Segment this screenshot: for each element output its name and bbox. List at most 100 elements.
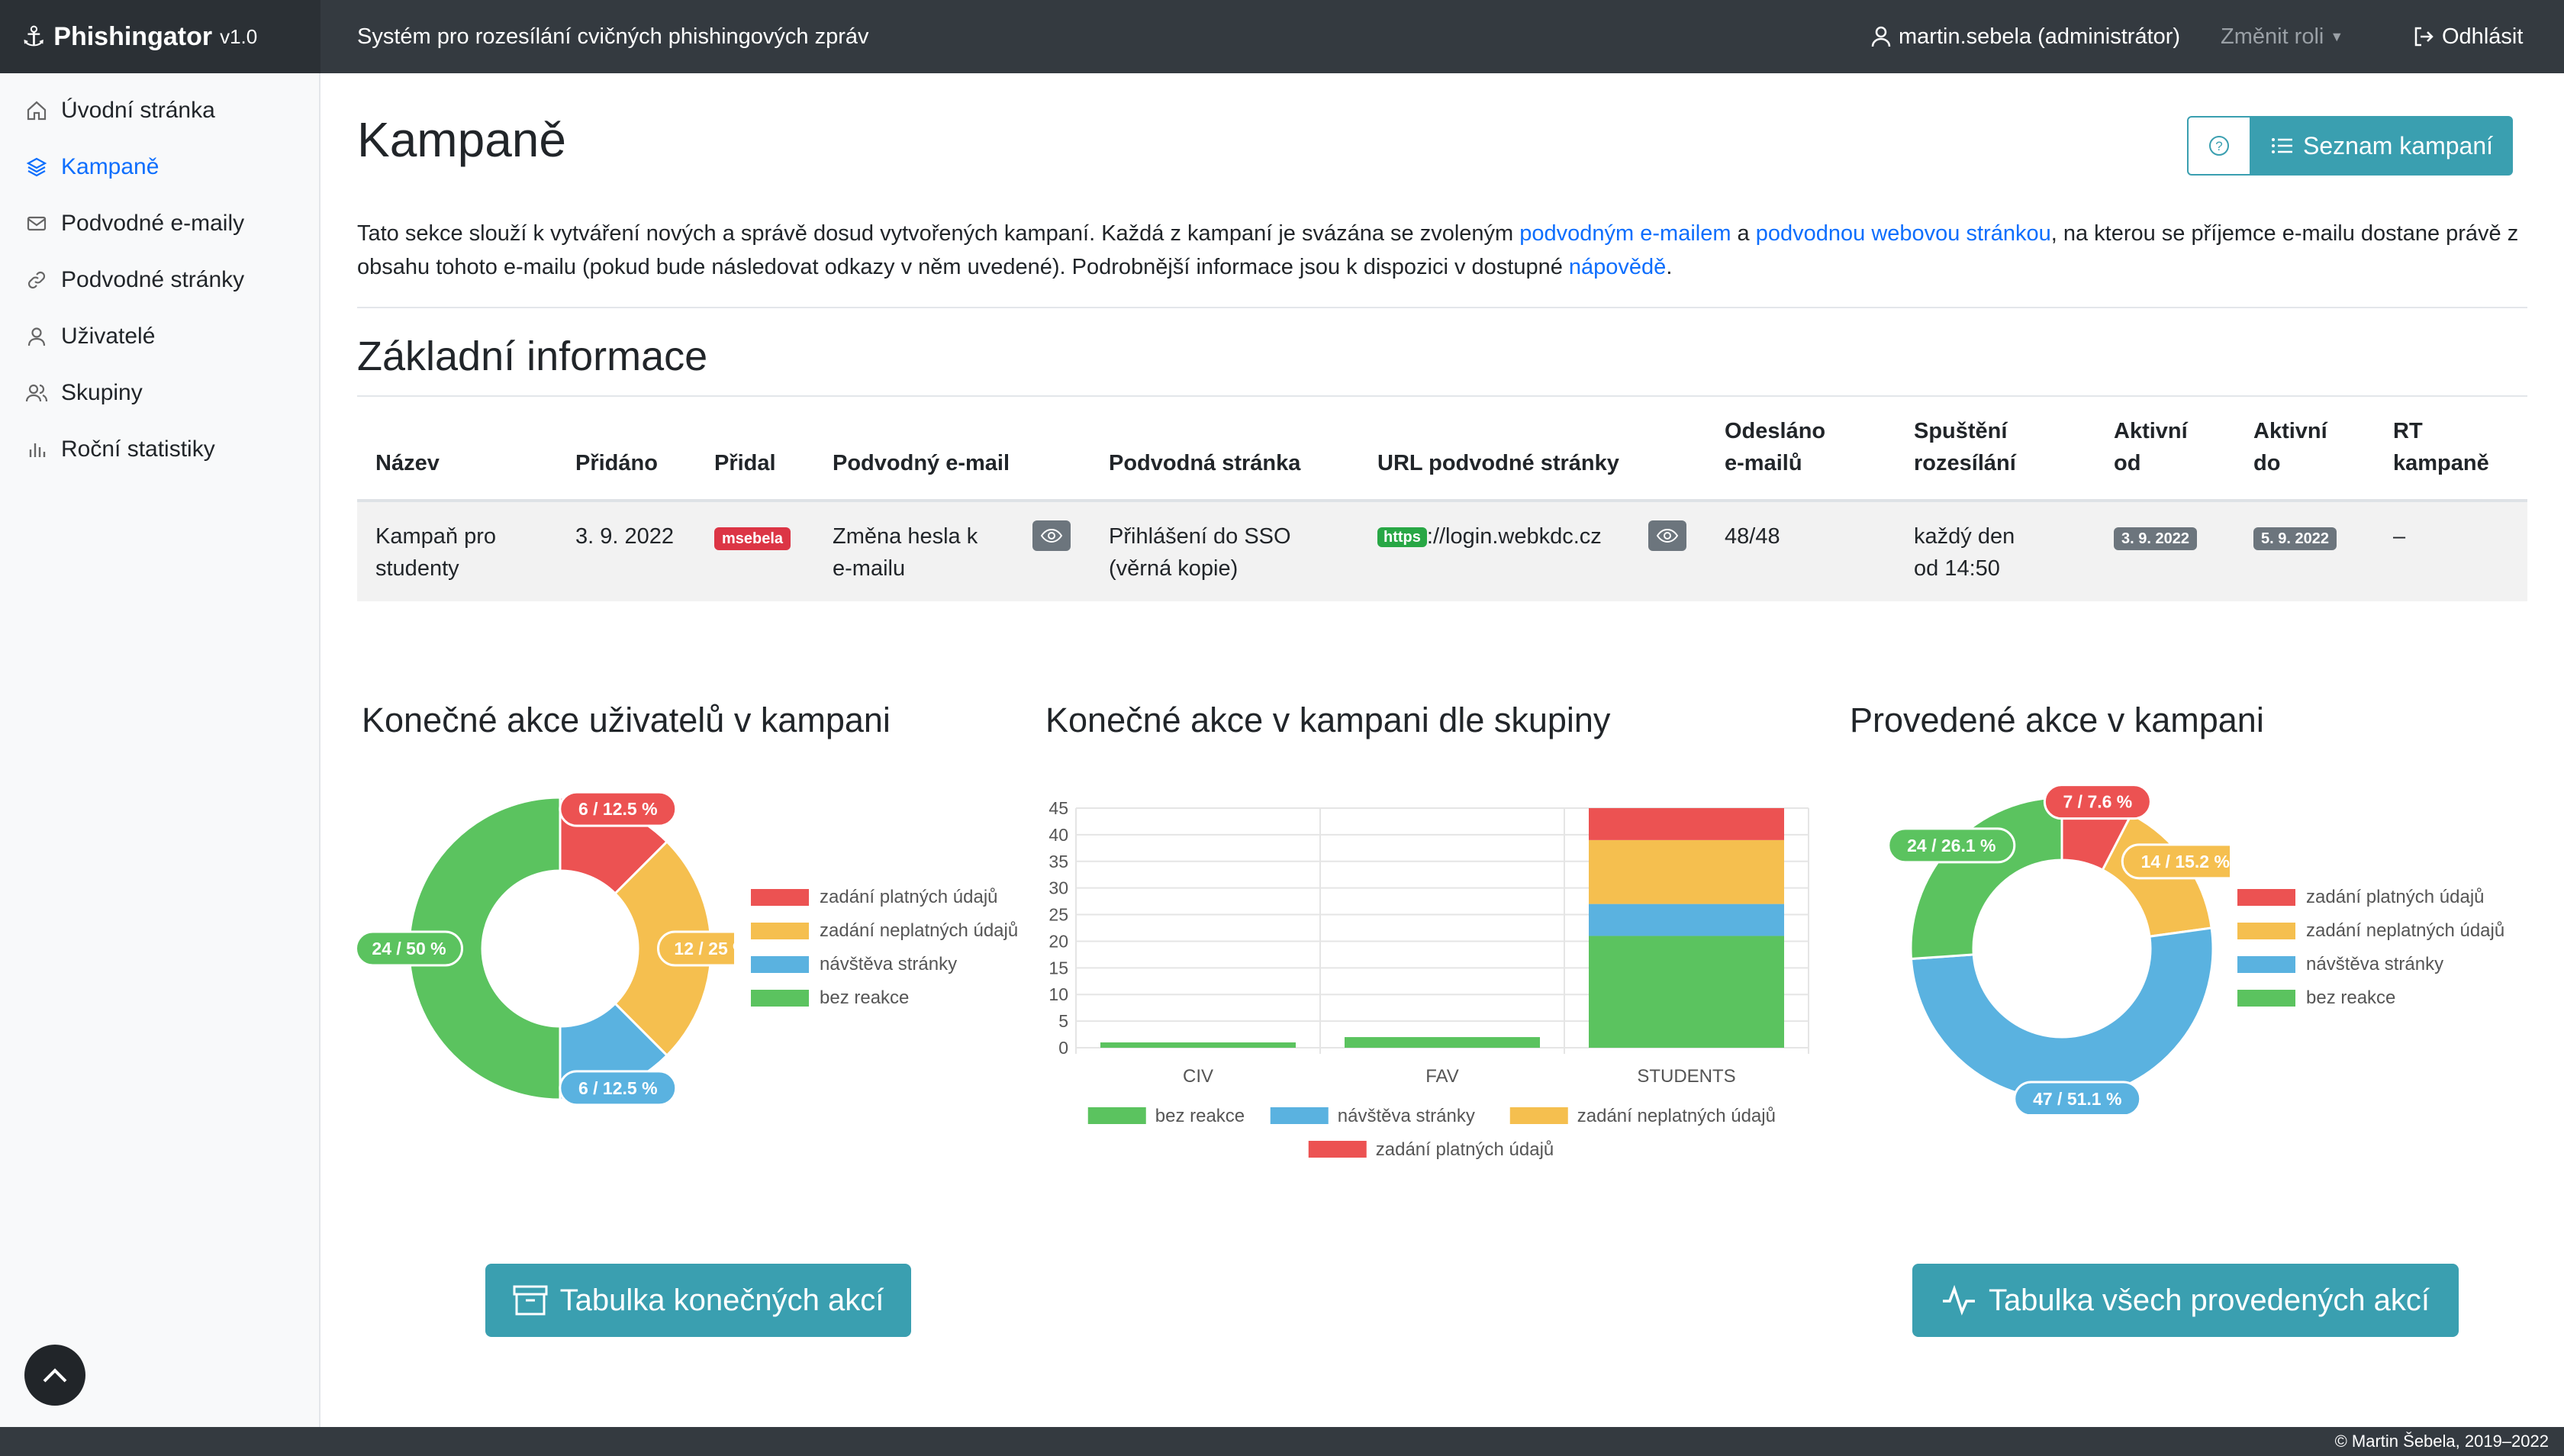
- legend-item[interactable]: zadání neplatných údajů: [751, 914, 1018, 948]
- legend-item[interactable]: návštěva stránky: [2237, 948, 2504, 981]
- archive-icon: [513, 1285, 548, 1316]
- sidebar-item-campaigns[interactable]: Kampaně: [0, 139, 319, 195]
- slice-label: 47 / 51.1 %: [2013, 1081, 2142, 1114]
- chart-title-all-actions: Provedené akce v kampani: [1850, 701, 2264, 739]
- col-active-to: Aktivní do: [2235, 397, 2375, 502]
- phishing-email-link[interactable]: podvodným e-mailem: [1519, 221, 1731, 246]
- sidebar-item-home[interactable]: Úvodní stránka: [0, 82, 319, 139]
- final-actions-table-button[interactable]: Tabulka konečných akcí: [485, 1264, 911, 1337]
- table-row[interactable]: Kampaň pro studenty 3. 9. 2022 msebela Zm…: [357, 501, 2527, 601]
- legend-item[interactable]: bez reakce: [751, 981, 1018, 1015]
- x-tick-label: STUDENTS: [1637, 1066, 1735, 1087]
- legend-label: zadání neplatných údajů: [2306, 920, 2505, 941]
- preview-site-button[interactable]: [1648, 520, 1686, 551]
- all-actions-table-button[interactable]: Tabulka všech provedených akcí: [1912, 1264, 2459, 1337]
- header-line: do: [2253, 451, 2281, 475]
- brand[interactable]: ⚓ Phishingator v1.0: [0, 0, 320, 73]
- slice-label: 24 / 26.1 %: [1887, 827, 2016, 864]
- header-line: od: [2114, 451, 2141, 475]
- bar-segment[interactable]: [1589, 839, 1784, 904]
- sidebar-item-label: Podvodné e-maily: [61, 211, 245, 236]
- y-tick-label: 20: [1048, 931, 1068, 951]
- mail-icon: [24, 211, 49, 236]
- header-line: Odesláno: [1725, 419, 1826, 443]
- bar-segment[interactable]: [1589, 904, 1784, 936]
- bar-segment[interactable]: [1100, 1042, 1296, 1048]
- intro-text-part: .: [1666, 255, 1673, 279]
- legend-label: zadání neplatných údajů: [820, 920, 1019, 941]
- activity-icon: [1942, 1284, 1975, 1316]
- cell-text: e-mailu: [833, 556, 906, 581]
- legend-item[interactable]: bez reakce: [2237, 981, 2504, 1015]
- legend-item[interactable]: bez reakce: [1087, 1106, 1245, 1126]
- legend-label: zadání platných údajů: [820, 887, 998, 907]
- sidebar-item-groups[interactable]: Skupiny: [0, 365, 319, 421]
- legend-item[interactable]: zadání platných údajů: [751, 881, 1018, 914]
- legend-item[interactable]: návštěva stránky: [1270, 1106, 1475, 1126]
- header-button-group: ? Seznam kampaní: [2187, 116, 2514, 176]
- legend-label: bez reakce: [1155, 1106, 1245, 1126]
- bar-segment[interactable]: [1345, 1037, 1540, 1048]
- sidebar-item-users[interactable]: Uživatelé: [0, 308, 319, 365]
- intro-text: Tato sekce slouží k vytváření nových a s…: [357, 217, 2527, 284]
- caret-down-icon: ▼: [2330, 29, 2344, 44]
- bar-segment[interactable]: [1589, 936, 1784, 1048]
- change-role-dropdown[interactable]: Změnit roli ▼: [2221, 0, 2343, 73]
- section-title: Základní informace: [357, 333, 708, 379]
- legend-label: návštěva stránky: [820, 954, 958, 974]
- cell-url: https://login.webkdc.cz: [1359, 501, 1706, 601]
- layers-icon: [24, 155, 49, 179]
- y-tick-label: 45: [1048, 798, 1068, 818]
- sidebar-item-emails[interactable]: Podvodné e-maily: [0, 195, 319, 252]
- campaign-table: Název Přidáno Přidal Podvodný e-mail Pod…: [357, 397, 2527, 601]
- y-tick-label: 40: [1048, 825, 1068, 845]
- help-link[interactable]: nápovědě: [1569, 255, 1666, 279]
- x-tick-label: FAV: [1425, 1066, 1459, 1087]
- slice-label-text: 24 / 50 %: [372, 939, 446, 958]
- https-badge: https: [1377, 527, 1427, 547]
- slice-label: 6 / 12.5 %: [559, 1070, 678, 1106]
- chart-title-final-actions: Konečné akce uživatelů v kampani: [362, 701, 891, 739]
- intro-text-part: Tato sekce slouží k vytváření nových a s…: [357, 221, 1520, 246]
- donut-chart-all-actions: 7 / 7.6 % 14 / 15.2 % 47 / 51.1 % 24 / 26.1…: [1887, 784, 2230, 1114]
- legend-item[interactable]: zadání platných údajů: [1308, 1139, 1554, 1160]
- legend-swatch: [751, 889, 809, 906]
- svg-text:?: ?: [2215, 139, 2222, 153]
- sidebar-item-pages[interactable]: Podvodné stránky: [0, 252, 319, 308]
- chart-title-by-group: Konečné akce v kampani dle skupiny: [1045, 701, 1611, 739]
- slice-label: 14 / 15.2 %: [2121, 843, 2230, 880]
- logout-link[interactable]: Odhlásit: [2413, 0, 2523, 73]
- cell-active-from: 3. 9. 2022: [2095, 501, 2235, 601]
- change-role-label: Změnit roli: [2221, 24, 2324, 49]
- anchor-icon: ⚓: [21, 21, 47, 52]
- preview-email-button[interactable]: [1032, 520, 1071, 551]
- col-sent: Odesláno e-mailů: [1706, 397, 1896, 502]
- legend-item[interactable]: zadání neplatných údajů: [2237, 914, 2504, 948]
- campaign-list-button[interactable]: Seznam kampaní: [2251, 116, 2514, 176]
- donut-slice[interactable]: [1909, 796, 2063, 961]
- link-icon: [24, 268, 49, 292]
- legend-swatch: [751, 990, 809, 1007]
- phishing-website-link[interactable]: podvodnou webovou stránkou: [1756, 221, 2051, 246]
- legend-item[interactable]: zadání neplatných údajů: [1509, 1106, 1776, 1126]
- question-circle-icon: ?: [2209, 136, 2229, 156]
- all-actions-table-label: Tabulka všech provedených akcí: [1988, 1283, 2430, 1317]
- legend-item[interactable]: návštěva stránky: [751, 948, 1018, 981]
- col-active-from: Aktivní od: [2095, 397, 2235, 502]
- sidebar-item-label: Skupiny: [61, 380, 143, 405]
- app-subtitle: Systém pro rozesílání cvičných phishingo…: [357, 24, 869, 49]
- cell-text: Kampaň pro: [375, 524, 496, 549]
- cell-added: 3. 9. 2022: [557, 501, 696, 601]
- eye-icon: [1040, 528, 1063, 543]
- slice-label: 6 / 12.5 %: [559, 791, 678, 827]
- sidebar-item-stats[interactable]: Roční statistiky: [0, 421, 319, 478]
- legend-item[interactable]: zadání platných údajů: [2237, 881, 2504, 914]
- cell-text: studenty: [375, 556, 459, 581]
- scroll-to-top-button[interactable]: [24, 1345, 85, 1406]
- bar-segment[interactable]: [1589, 808, 1784, 840]
- help-button[interactable]: ?: [2187, 116, 2251, 176]
- user-info[interactable]: martin.sebela (administrátor): [1871, 0, 2180, 73]
- cell-sent: 48/48: [1706, 501, 1896, 601]
- sidebar-item-label: Podvodné stránky: [61, 267, 245, 292]
- final-actions-table-label: Tabulka konečných akcí: [559, 1283, 884, 1317]
